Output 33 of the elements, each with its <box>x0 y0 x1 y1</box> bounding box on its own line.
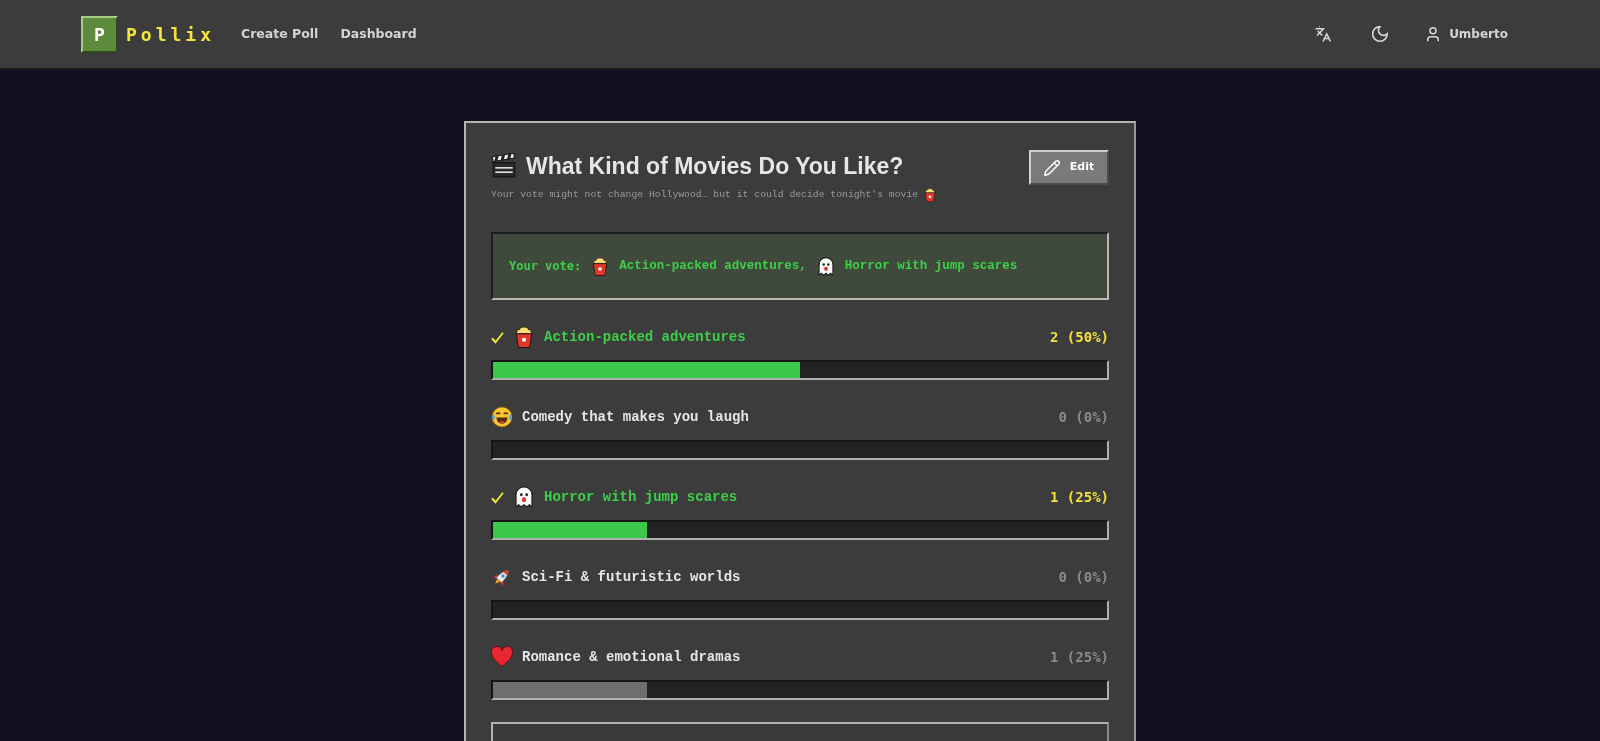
vote-count: 1 (25%) <box>1050 487 1109 507</box>
vote-label: Your vote: <box>509 258 582 275</box>
poll-title: What Kind of Movies Do You Like? <box>526 151 904 181</box>
ghost-icon <box>816 256 835 276</box>
logo[interactable]: P <box>81 15 118 53</box>
popcorn-icon <box>513 326 535 348</box>
clapperboard-icon <box>491 153 517 179</box>
nav-link[interactable]: Create Poll <box>241 24 319 44</box>
poll-subtitle: Your vote might not change Hollywood… but it could decide tonight's movie <box>491 189 919 201</box>
laughing-face-icon <box>491 406 513 428</box>
voted-option-text: Horror with jump scares <box>844 257 1018 275</box>
vote-count: 0 (0%) <box>1058 407 1109 427</box>
popcorn-icon <box>591 256 610 276</box>
option-label: Action-packed adventures <box>544 327 746 347</box>
popcorn-icon <box>924 188 937 202</box>
user-icon <box>1426 26 1441 42</box>
option-label: Romance & emotional dramas <box>522 647 741 667</box>
option-label: Comedy that makes you laugh <box>522 407 749 427</box>
translate-icon[interactable] <box>1314 25 1333 43</box>
edit-button[interactable]: Edit <box>1029 150 1109 185</box>
heart-icon <box>491 646 513 668</box>
ghost-icon <box>513 486 535 508</box>
brand-name[interactable]: Pollix <box>126 20 216 48</box>
user-menu-button[interactable]: Umberto <box>1426 25 1508 43</box>
vote-count: 2 (50%) <box>1050 327 1109 347</box>
vote-count: 0 (0%) <box>1058 567 1109 587</box>
moon-icon[interactable] <box>1372 26 1389 42</box>
option-label: Sci-Fi & futuristic worlds <box>522 567 741 587</box>
voted-option-text: Action-packed adventures, <box>619 257 807 275</box>
vote-count: 1 (25%) <box>1050 647 1109 667</box>
option-label: Horror with jump scares <box>544 487 738 507</box>
pencil-icon <box>1043 159 1060 176</box>
nav-link[interactable]: Dashboard <box>340 24 417 44</box>
